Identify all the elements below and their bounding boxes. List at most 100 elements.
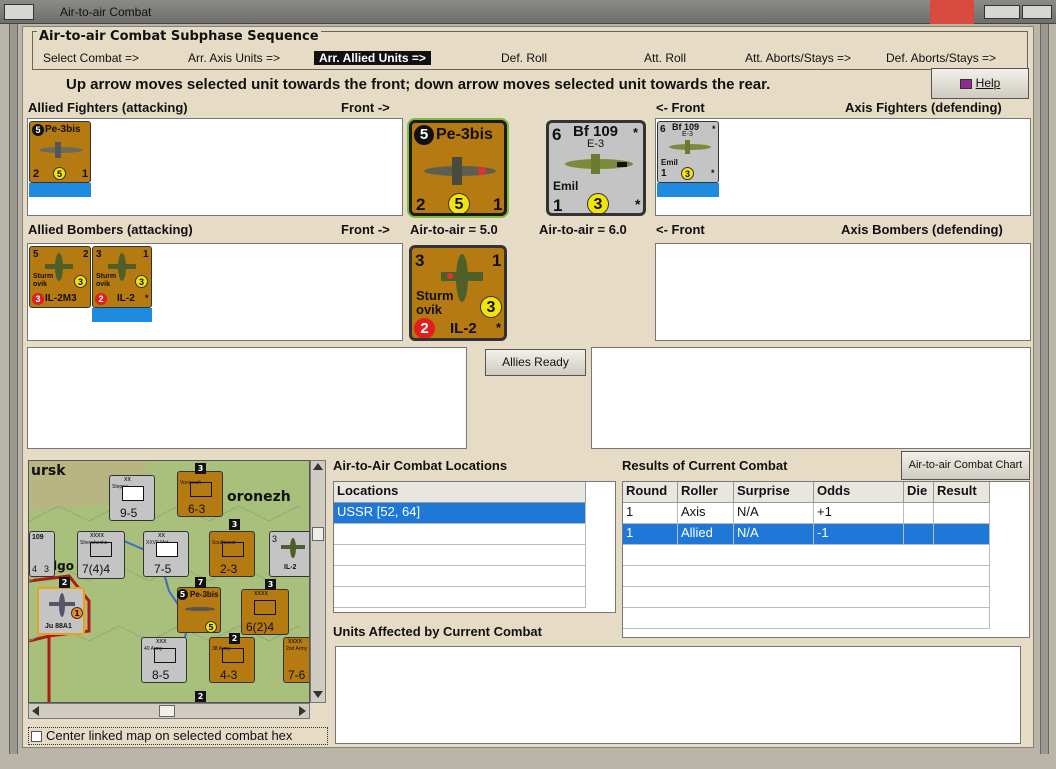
mechanized-symbol-icon (222, 542, 244, 557)
result-cell[interactable] (904, 524, 934, 545)
map-unit-counter[interactable]: xxx 40 Army 8-5 (141, 637, 187, 683)
axis-fighters-label: Axis Fighters (defending) (845, 100, 1002, 115)
counter-variant: E-3 (587, 138, 605, 150)
small-counter-star: * (712, 124, 716, 134)
map-town-label: lgo (53, 559, 74, 573)
axis-bombers-label: Axis Bombers (defending) (841, 222, 1003, 237)
result-row-empty (623, 587, 990, 608)
unit-strength: Ju 88A1 (45, 623, 72, 630)
unit-size-label: xxx (156, 638, 167, 645)
pe3bis-large-counter[interactable]: 5 Pe-3bis 2 5 1 (409, 120, 507, 216)
result-cell[interactable] (934, 524, 990, 545)
small-counter-value: 3 (681, 167, 694, 180)
right-rail (1040, 24, 1049, 754)
linked-map[interactable]: ursk oronezh lgo xx Steppe 9-5 Voronezh … (28, 460, 310, 703)
step-arr-allied: Arr. Allied Units => (314, 51, 431, 65)
scroll-left-icon[interactable] (32, 706, 39, 716)
map-town-label: oronezh (227, 489, 291, 505)
small-counter-nickname: Emil (661, 158, 678, 167)
selection-bar (92, 308, 152, 322)
map-air-counter[interactable]: 109 4 3 (29, 531, 55, 577)
small-counter-value: 2 (83, 249, 89, 260)
locations-header: Locations (334, 482, 586, 503)
location-row[interactable]: USSR [52, 64] (334, 503, 586, 524)
map-horizontal-scrollbar[interactable] (28, 703, 310, 719)
unit-strength: Pe-3bis (190, 590, 219, 599)
maximize-button[interactable] (984, 5, 1020, 19)
center-map-checkbox-row[interactable]: Center linked map on selected combat hex (28, 727, 328, 745)
results-title: Results of Current Combat (622, 458, 788, 473)
il2-small-counter[interactable]: 3 1 Sturm ovik 3 2 IL-2 * (92, 246, 152, 308)
il2m3-small-counter[interactable]: 5 2 Sturm ovik 3 3 IL-2M3 (29, 246, 91, 308)
allies-ready-button[interactable]: Allies Ready (485, 349, 586, 376)
map-unit-counter[interactable]: Voronezh 6-3 (177, 471, 223, 517)
scroll-up-icon[interactable] (313, 463, 323, 470)
result-cell[interactable] (904, 503, 934, 524)
map-unit-counter[interactable]: xxxx Shevchenko 7(4)4 (77, 531, 125, 579)
result-cell[interactable] (934, 503, 990, 524)
result-cell[interactable]: Axis (678, 503, 734, 524)
map-town-label: ursk (31, 463, 66, 479)
small-counter-value: 2 (95, 293, 107, 305)
close-button[interactable] (930, 0, 974, 24)
system-menu-button[interactable] (4, 4, 34, 20)
location-row-empty (334, 566, 586, 587)
stack-count-badge: 3 (265, 579, 276, 590)
scroll-down-icon[interactable] (313, 691, 323, 698)
result-row-empty (623, 545, 990, 566)
window-title: Air-to-air Combat (60, 5, 152, 19)
small-counter-name: IL-2 (117, 293, 135, 304)
map-unit-counter[interactable]: Southwest 2-3 (209, 531, 255, 577)
pe3bis-small-counter[interactable]: 5 Pe-3bis 2 5 1 (29, 121, 91, 183)
center-map-checkbox[interactable] (31, 731, 42, 742)
vertical-scroll-thumb[interactable] (312, 527, 324, 541)
map-air-counter[interactable]: 3 IL-2 (269, 531, 309, 577)
axis-bombers-box[interactable] (655, 243, 1031, 341)
counter-nickname: Emil (553, 179, 579, 193)
counter-value: 1 (553, 196, 563, 215)
results-header-odds: Odds (814, 482, 904, 503)
small-counter-value: 3 (32, 293, 44, 305)
small-counter-star: * (711, 168, 715, 178)
map-vertical-scrollbar[interactable] (310, 460, 326, 703)
unit-side-label: 2nd Army (286, 646, 308, 652)
map-unit-counter[interactable]: xx XXVII Mot 7-5 (143, 531, 189, 577)
locations-list[interactable]: Locations USSR [52, 64] (333, 481, 616, 613)
unit-strength: 4-3 (220, 668, 238, 682)
result-cell[interactable]: -1 (814, 524, 904, 545)
result-cell[interactable]: 1 (623, 524, 678, 545)
result-cell[interactable]: Allied (678, 524, 734, 545)
step-att-aborts: Att. Aborts/Stays => (745, 51, 852, 65)
counter-value: 3 (587, 193, 609, 213)
location-row-empty (334, 524, 586, 545)
unit-size-label: xx (124, 476, 131, 483)
unit-mark: 4 (32, 564, 38, 574)
result-cell[interactable]: 1 (623, 503, 678, 524)
map-unit-counter[interactable]: xxxx 2nd Army 7-6 (283, 637, 309, 683)
small-counter-value: 5 (32, 124, 44, 136)
map-unit-counter[interactable]: xxxx 6(2)4 (241, 589, 289, 635)
scroll-right-icon[interactable] (299, 706, 306, 716)
map-unit-counter[interactable]: xx Steppe 9-5 (109, 475, 155, 521)
unit-mark: 3 (272, 534, 278, 544)
result-cell[interactable]: N/A (734, 503, 814, 524)
counter-value: 2 (414, 318, 435, 338)
counter-star: * (496, 320, 502, 335)
air-to-air-chart-button[interactable]: Air-to-air Combat Chart (901, 451, 1030, 480)
bf109-large-counter[interactable]: 6 Bf 109 * E-3 Emil 1 3 * (546, 120, 646, 216)
horizontal-scroll-thumb[interactable] (159, 705, 175, 717)
allied-air-to-air-label: Air-to-air = 5.0 (410, 222, 498, 237)
armor-symbol-icon (154, 648, 176, 663)
locations-title: Air-to-Air Combat Locations (333, 458, 508, 473)
bf109-small-counter[interactable]: 6 Bf 109 * E-3 Emil 1 3 * (657, 121, 719, 183)
restore-button[interactable] (1022, 5, 1052, 19)
il2-large-counter[interactable]: 3 1 Sturm ovik 3 2 IL-2 * (409, 245, 507, 341)
small-counter-value: 5 (33, 249, 39, 260)
step-def-roll: Def. Roll (501, 51, 548, 65)
result-cell[interactable]: N/A (734, 524, 814, 545)
result-cell[interactable]: +1 (814, 503, 904, 524)
help-button[interactable]: Help (931, 68, 1029, 99)
front-right-label-2: Front -> (341, 222, 390, 237)
unit-size-label: xxxx (254, 590, 268, 597)
results-table[interactable]: Round Roller Surprise Odds Die Result 1 … (622, 481, 1030, 638)
